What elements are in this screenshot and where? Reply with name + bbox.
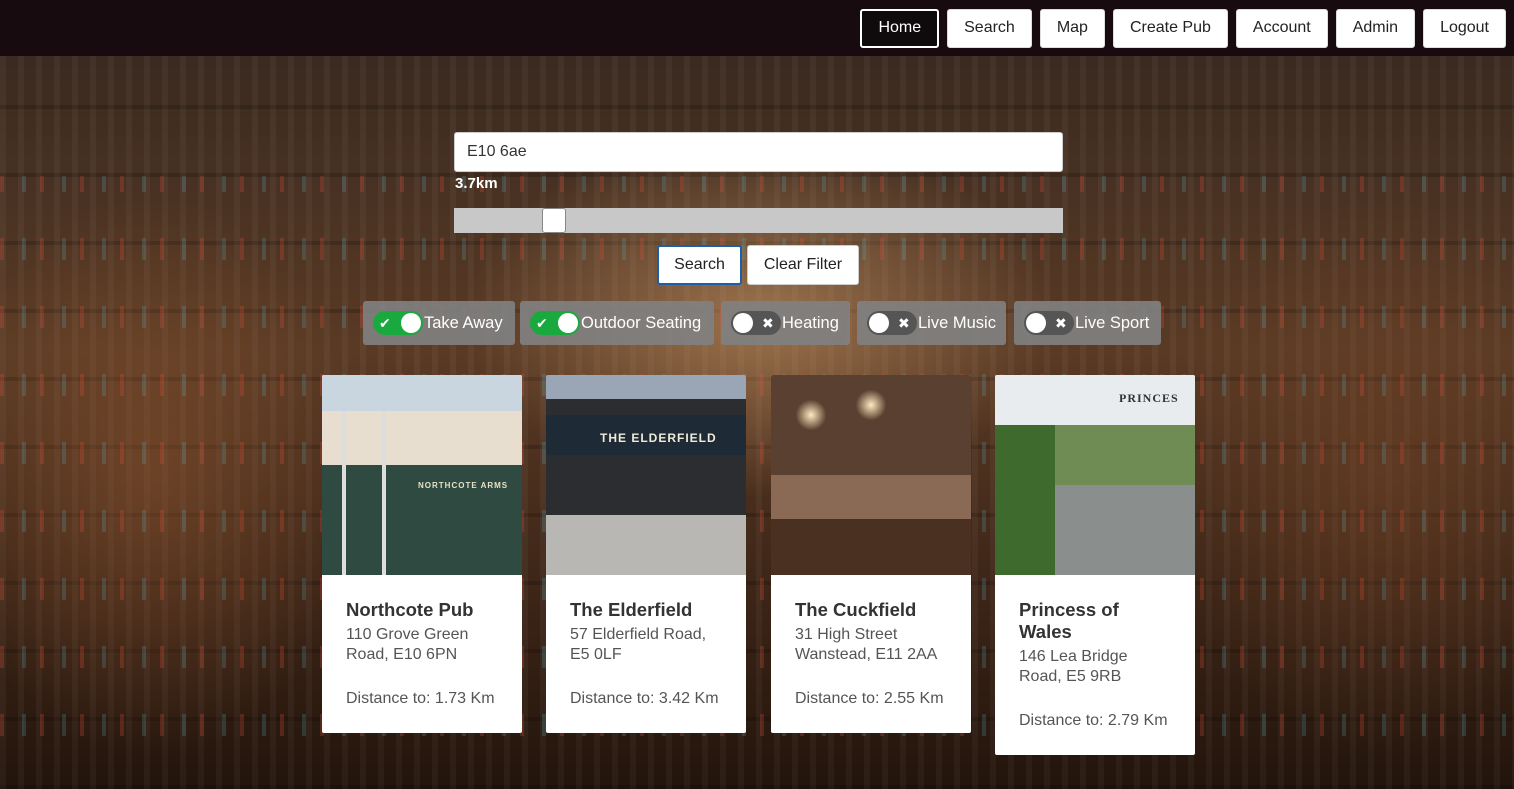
toggle-live-sport[interactable]: ✖ [1024,311,1074,335]
filter-chip-live-music[interactable]: ✖ Live Music [857,301,1006,345]
clear-filter-button[interactable]: Clear Filter [747,245,859,285]
pub-card-elderfield[interactable]: THE ELDERFIELD The Elderfield 57 Elderfi… [546,375,746,733]
location-search-input[interactable]: E10 6ae [454,132,1063,172]
check-icon: ✔ [536,315,548,331]
pub-sign-text: THE ELDERFIELD [600,431,717,445]
pub-distance: Distance to: 2.55 Km [795,690,944,707]
pub-photo [771,375,971,575]
pub-sign-text: PRINCES [1119,391,1179,405]
filter-label: Outdoor Seating [581,313,702,332]
toggle-knob [1026,313,1046,333]
nav-map-button[interactable]: Map [1039,8,1105,48]
pub-address: 57 Elderfield Road, E5 0LF [570,626,707,663]
pub-address: 146 Lea Bridge Road, E5 9RB [1019,648,1128,685]
pub-address: 110 Grove Green Road, E10 6PN [346,626,469,663]
toggle-take-away[interactable]: ✔ [373,311,423,335]
pub-photo: THE ELDERFIELD [546,375,746,575]
pub-distance: Distance to: 1.73 Km [346,690,495,707]
toggle-live-music[interactable]: ✖ [867,311,917,335]
pub-card-northcote[interactable]: NORTHCOTE ARMS Northcote Pub 110 Grove G… [322,375,522,733]
pub-address: 31 High Street Wanstead, E11 2AA [795,626,938,663]
pub-name: Northcote Pub [346,599,474,620]
toggle-outdoor-seating[interactable]: ✔ [530,311,580,335]
toggle-knob [401,313,421,333]
filter-chip-heating[interactable]: ✖ Heating [721,301,850,345]
filter-label: Take Away [424,313,503,332]
toggle-knob [733,313,753,333]
top-navbar: Home Search Map Create Pub Account Admin… [0,0,1514,56]
nav-logout-button[interactable]: Logout [1423,8,1506,48]
nav-admin-button[interactable]: Admin [1335,8,1416,48]
filter-chip-live-sport[interactable]: ✖ Live Sport [1014,301,1161,345]
pub-sign-text: NORTHCOTE ARMS [418,481,509,490]
toggle-heating[interactable]: ✖ [731,311,781,335]
pub-distance: Distance to: 3.42 Km [570,690,719,707]
nav-create-pub-button[interactable]: Create Pub [1112,8,1228,48]
pub-photo: PRINCES [995,375,1195,575]
nav-account-button[interactable]: Account [1235,8,1328,48]
filter-label: Live Music [918,313,996,332]
pub-name: Princess of Wales [1019,599,1119,642]
pub-photo: NORTHCOTE ARMS [322,375,522,575]
cross-icon: ✖ [1055,315,1067,331]
filter-label: Live Sport [1075,313,1150,332]
cross-icon: ✖ [898,315,910,331]
pub-distance: Distance to: 2.79 Km [1019,712,1168,729]
pub-card-cuckfield[interactable]: The Cuckfield 31 High Street Wanstead, E… [771,375,971,733]
filter-chip-take-away[interactable]: ✔ Take Away [363,301,515,345]
pub-name: The Cuckfield [795,599,917,620]
nav-search-button[interactable]: Search [947,8,1032,48]
filter-chip-outdoor-seating[interactable]: ✔ Outdoor Seating [520,301,714,345]
pub-card-princess-of-wales[interactable]: PRINCES Princess of Wales 146 Lea Bridge… [995,375,1195,755]
radius-slider-thumb[interactable] [541,208,566,233]
toggle-knob [869,313,889,333]
radius-label: 3.7km [455,175,498,192]
nav-home-button[interactable]: Home [860,8,940,48]
check-icon: ✔ [379,315,391,331]
pub-name: The Elderfield [570,599,693,620]
toggle-knob [558,313,578,333]
filter-label: Heating [782,313,839,332]
cross-icon: ✖ [762,315,774,331]
search-button[interactable]: Search [657,245,742,285]
